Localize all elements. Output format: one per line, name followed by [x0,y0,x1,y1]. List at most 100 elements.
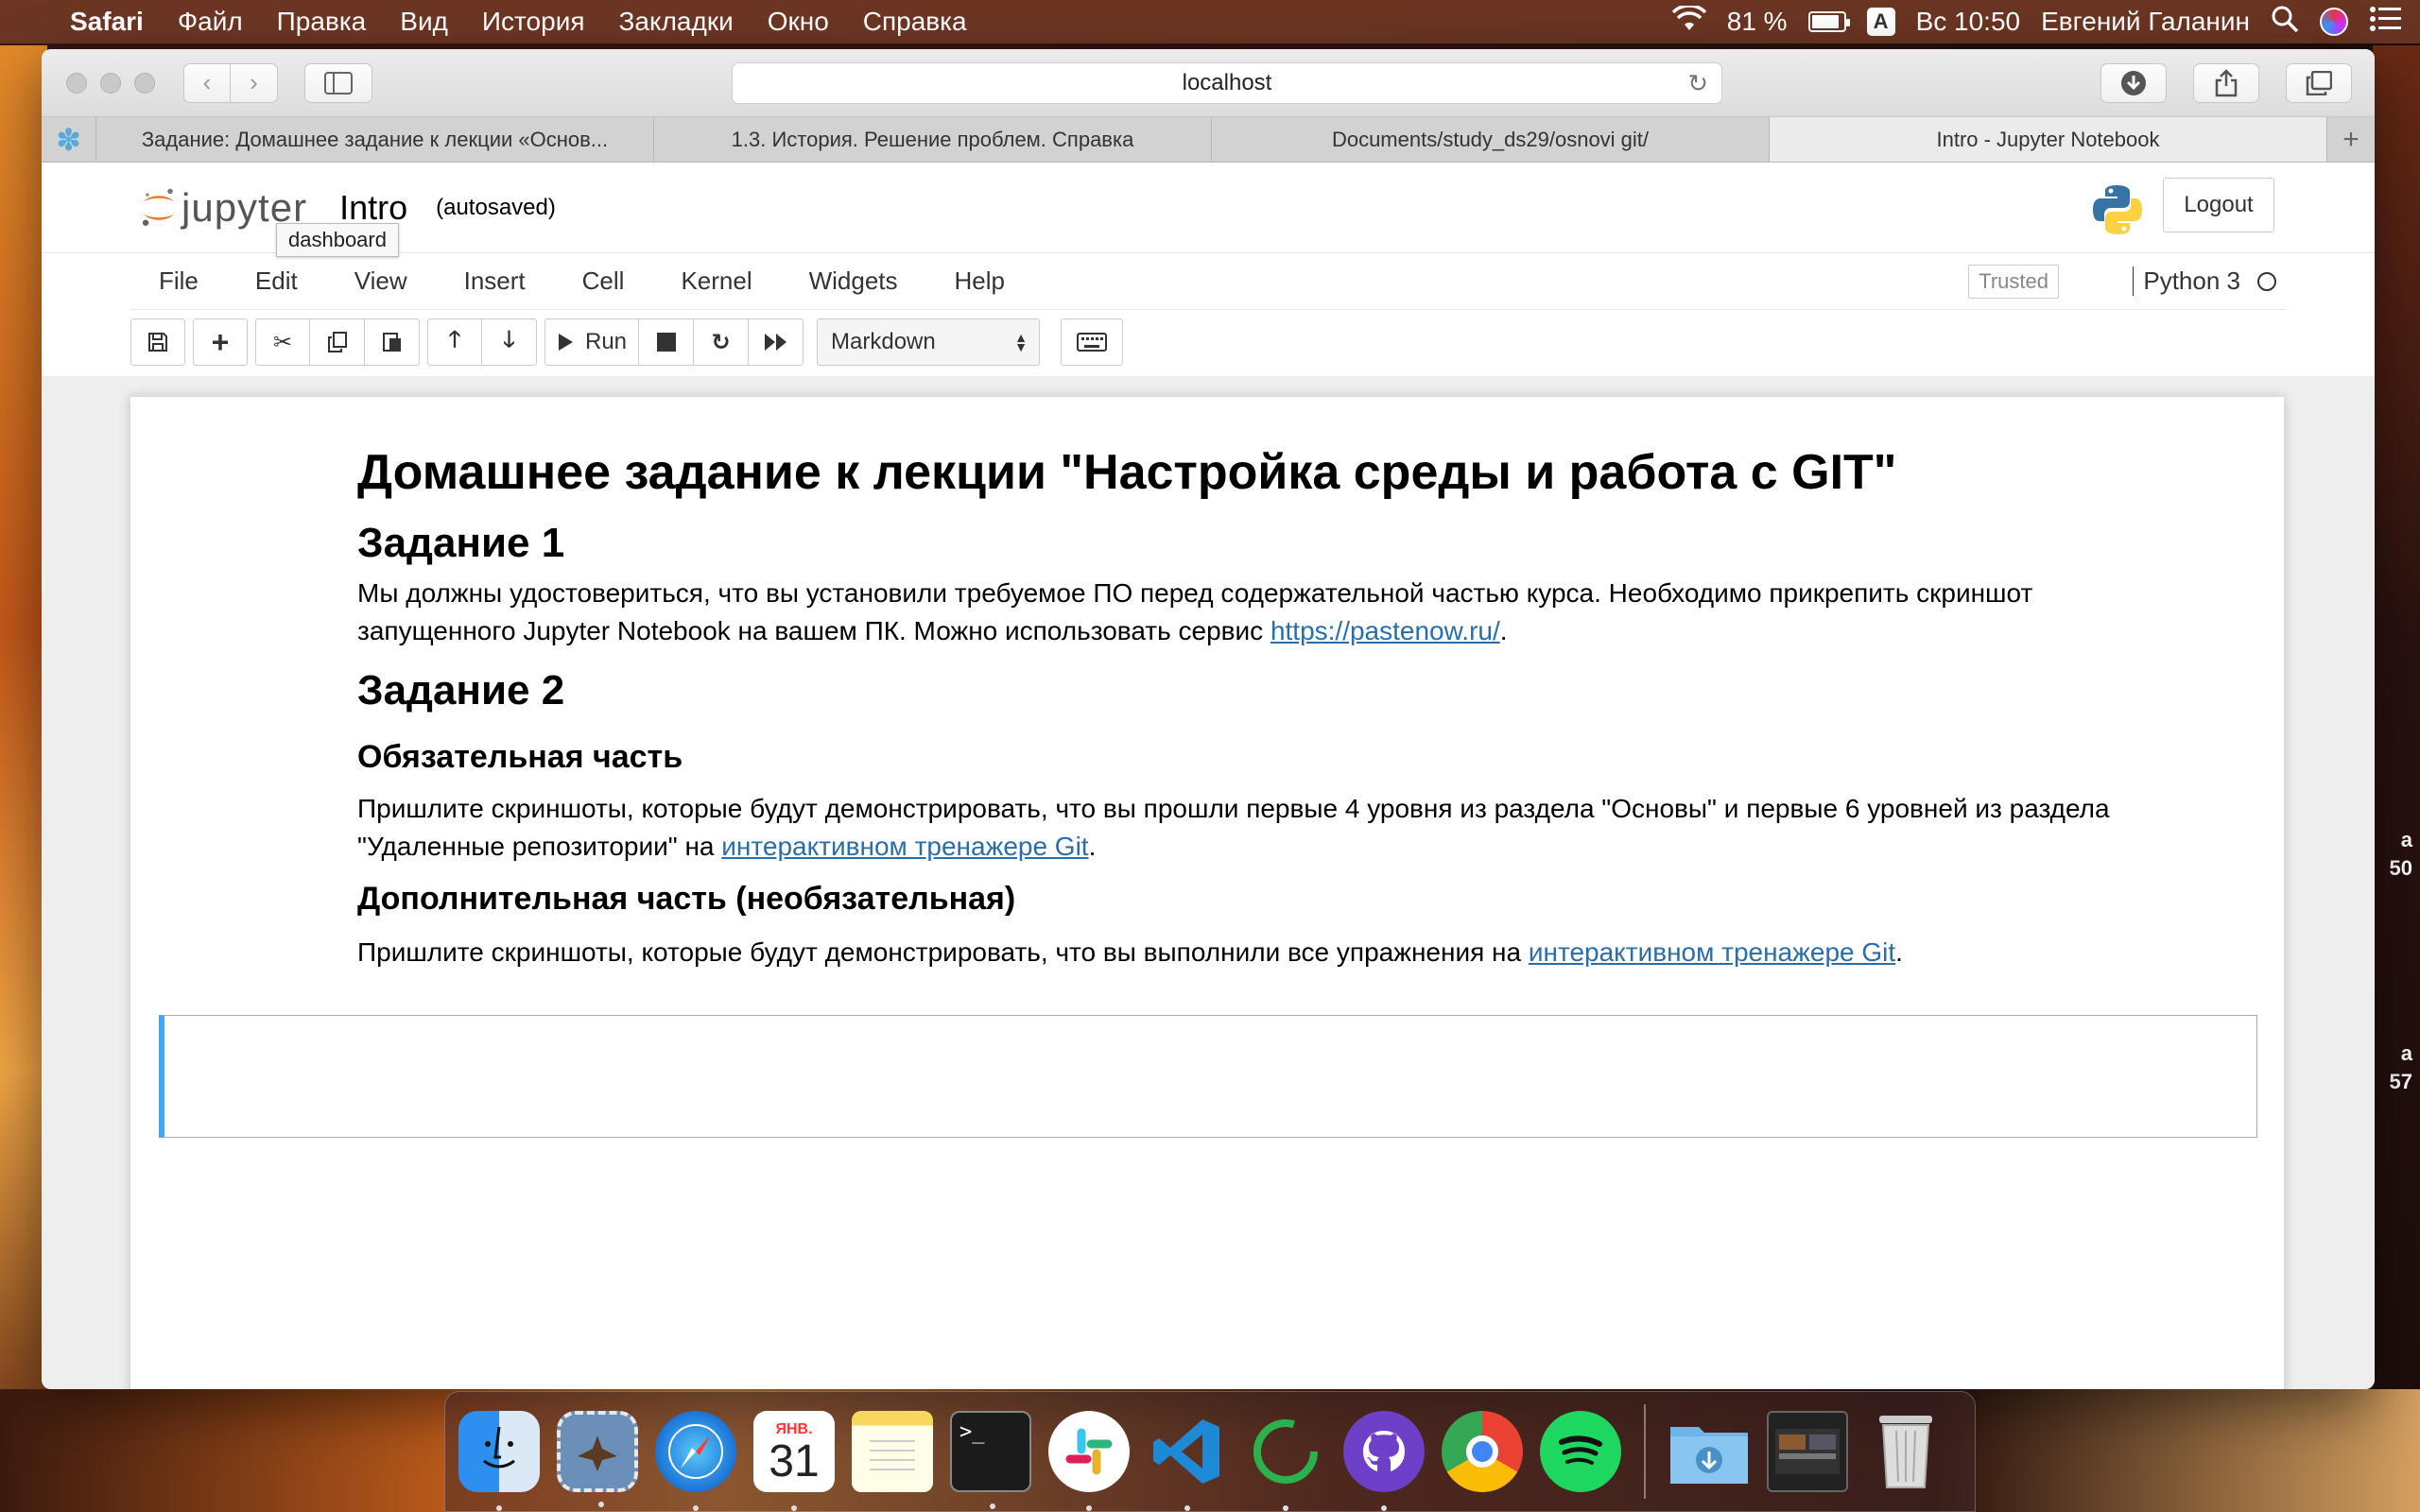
running-indicator [1283,1505,1288,1511]
siri-icon[interactable] [2320,8,2348,36]
address-bar[interactable]: localhost ↻ [732,62,1722,104]
notebook-title: Домашнее задание к лекции "Настройка сре… [357,445,1897,500]
copy-button[interactable] [310,318,365,366]
jupyter-menu-file[interactable]: File [130,266,227,296]
task1-heading: Задание 1 [357,520,565,566]
back-button[interactable]: ‹ [183,62,231,103]
move-up-button[interactable]: 🡑 [427,318,482,366]
wifi-icon[interactable] [1671,3,1706,39]
safari-toolbar: ‹ › localhost ↻ [42,49,2375,117]
finder-icon[interactable] [458,1411,540,1511]
close-window-button[interactable] [66,72,87,94]
pycharm-like-icon[interactable] [1245,1411,1326,1511]
safari-icon[interactable] [655,1411,736,1511]
kernel-name[interactable]: Python 3 [2133,266,2240,296]
tab-homework[interactable]: Задание: Домашнее задание к лекции «Осно… [96,117,654,162]
tab-overview-button[interactable] [2286,62,2352,103]
jupyter-menu-cell[interactable]: Cell [554,266,653,296]
jupyter-menu-insert[interactable]: Insert [436,266,554,296]
reload-icon[interactable]: ↻ [1687,69,1708,98]
jupyter-menu-kernel[interactable]: Kernel [652,266,780,296]
spotlight-search-icon[interactable] [2271,5,2299,40]
running-indicator [990,1503,995,1509]
chevron-right-icon: › [250,68,258,96]
vscode-icon[interactable] [1147,1411,1228,1511]
jupyter-menu-view[interactable]: View [326,266,436,296]
running-indicator [598,1502,604,1507]
downloads-folder-icon[interactable] [1668,1411,1750,1492]
menu-window[interactable]: Окно [751,7,846,37]
battery-icon[interactable] [1807,11,1850,32]
interrupt-button[interactable] [639,318,695,366]
clock[interactable]: Вс 10:50 [1916,7,2021,37]
desktop-file-label[interactable]: а 50 [2390,826,2412,883]
running-indicator [791,1505,797,1511]
calendar-icon[interactable]: ЯНВ. 31 [753,1411,835,1511]
menu-edit[interactable]: Правка [260,7,384,37]
tab-history-help[interactable]: 1.3. История. Решение проблем. Справка [654,117,1212,162]
running-indicator [1381,1505,1387,1511]
sidebar-toggle-button[interactable] [304,62,372,103]
jupyter-menu-edit[interactable]: Edit [227,266,326,296]
trash-icon[interactable] [1865,1411,1946,1492]
menu-app-safari[interactable]: Safari [53,7,161,37]
new-tab-button[interactable]: + [2327,117,2375,162]
stop-icon [656,333,676,352]
git-trainer-link[interactable]: интерактивном тренажере Git [1529,937,1895,967]
plus-icon: + [211,324,230,359]
user-name[interactable]: Евгений Галанин [2041,7,2250,37]
downloads-button[interactable] [2100,62,2167,103]
notification-center-icon[interactable] [2369,6,2401,39]
pinned-tab[interactable]: ✽ [42,117,96,162]
battery-percent[interactable]: 81 % [1727,7,1788,37]
keyboard-layout-icon[interactable]: A [1866,8,1895,36]
share-button[interactable] [2193,62,2259,103]
restart-run-all-button[interactable] [749,318,804,366]
save-button[interactable] [130,318,185,366]
jupyter-menubar: File Edit View Insert Cell Kernel Widget… [130,253,2286,310]
trusted-badge[interactable]: Trusted [1968,264,2059,299]
minimize-window-button[interactable] [100,72,121,94]
slack-icon[interactable] [1048,1411,1130,1511]
notebook-name[interactable]: Intro [339,188,407,228]
menu-help[interactable]: Справка [846,7,984,37]
jupyter-menu-widgets[interactable]: Widgets [781,266,926,296]
terminal-icon[interactable]: >_ [950,1411,1031,1509]
git-trainer-link[interactable]: интерактивном тренажере Git [721,832,1088,861]
github-desktop-icon[interactable] [1343,1411,1425,1511]
command-palette-button[interactable] [1061,318,1124,366]
tab-jupyter[interactable]: Intro - Jupyter Notebook [1770,117,2327,162]
zoom-window-button[interactable] [134,72,155,94]
restart-button[interactable]: ↻ [694,318,750,366]
run-button[interactable]: Run [544,318,640,366]
restart-icon: ↻ [711,329,731,355]
notes-icon[interactable] [852,1411,933,1492]
running-indicator [693,1505,699,1511]
autosave-status: (autosaved) [436,194,556,220]
jupyter-menu-help[interactable]: Help [926,266,1033,296]
insert-cell-button[interactable]: + [193,318,248,366]
spotify-icon[interactable] [1540,1411,1621,1492]
mail-stamp-icon[interactable] [557,1411,638,1507]
desktop-wallpaper-left [0,45,47,1512]
pastenow-link[interactable]: https://pastenow.ru/ [1270,616,1500,645]
tab-documents[interactable]: Documents/study_ds29/osnovi git/ [1212,117,1770,162]
logout-button[interactable]: Logout [2163,178,2274,232]
screenshots-stack-icon[interactable] [1767,1411,1848,1492]
move-down-button[interactable]: 🡓 [482,318,537,366]
chrome-icon[interactable] [1442,1411,1523,1492]
cut-button[interactable]: ✂ [255,318,310,366]
paste-button[interactable] [365,318,420,366]
plus-icon: + [2342,123,2360,155]
desktop-file-label[interactable]: а 57 [2390,1040,2412,1096]
selected-cell-outline[interactable] [159,1015,2257,1138]
forward-button[interactable]: › [231,62,278,103]
menu-history[interactable]: История [465,7,602,37]
menu-bookmarks[interactable]: Закладки [602,7,751,37]
task2-heading: Задание 2 [357,667,565,713]
menu-view[interactable]: Вид [383,7,465,37]
keyboard-icon [1077,333,1108,352]
menu-file[interactable]: Файл [161,7,260,37]
share-icon [2215,68,2238,96]
cell-type-select[interactable]: Markdown ▲ ▼ [817,318,1041,366]
